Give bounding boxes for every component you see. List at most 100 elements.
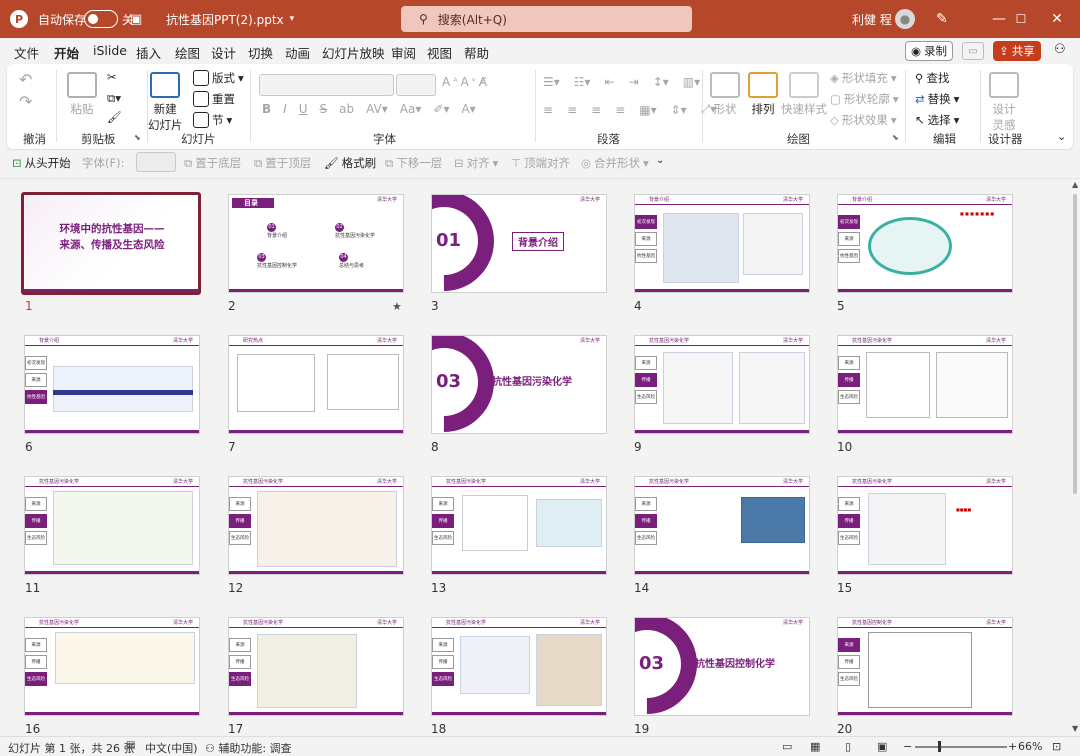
- section-button[interactable]: 节 ▾: [193, 112, 232, 128]
- replace-button[interactable]: ⇄ 替换 ▾: [915, 91, 959, 107]
- launcher-icon[interactable]: ⬊: [134, 133, 141, 142]
- align-top-button[interactable]: ⊤ 顶端对齐: [511, 155, 570, 171]
- format-painter-icon[interactable]: 🖌: [107, 110, 122, 124]
- slide-thumbnail-5[interactable]: 背景介绍 清华大学 初次发现 来源 抗性基因 ■ ■ ■ ■ ■ ■ ■: [837, 194, 1013, 293]
- collapse-ribbon-icon[interactable]: ⌄: [1057, 130, 1066, 143]
- slide-thumbnail-17[interactable]: 抗性基因污染化学 清华大学 来源 传播 生态风险: [228, 617, 404, 716]
- zoom-in-icon[interactable]: +: [1008, 740, 1017, 753]
- bring-back-button[interactable]: ⧉ 置于底层: [184, 155, 241, 171]
- quick-styles-button[interactable]: 快速样式: [781, 72, 827, 117]
- record-button[interactable]: ◉ 录制: [905, 41, 953, 61]
- search-box[interactable]: ⚲ 搜索(Alt+Q): [401, 6, 692, 32]
- fit-window-icon[interactable]: ⊡: [1052, 740, 1061, 753]
- slide-thumbnail-10[interactable]: 抗性基因污染化学 清华大学 来源 传播 生态风险: [837, 335, 1013, 434]
- slide-thumbnail-3[interactable]: 01 背景介绍 清华大学: [431, 194, 607, 293]
- font-name-select[interactable]: [259, 74, 394, 96]
- tab-file[interactable]: 文件: [14, 43, 39, 62]
- zoom-level[interactable]: 66%: [1018, 740, 1042, 753]
- merge-shapes-button[interactable]: ◎ 合并形状 ▾: [581, 155, 649, 171]
- scroll-down-icon[interactable]: ▼: [1072, 724, 1078, 733]
- spellcheck-icon[interactable]: ▤: [126, 740, 135, 751]
- tab-review[interactable]: 审阅: [391, 43, 416, 62]
- slide-thumbnail-6[interactable]: 背景介绍 清华大学 初次发现 来源 抗性基因: [24, 335, 200, 434]
- launcher-icon[interactable]: ⬊: [892, 133, 899, 142]
- zoom-slider-thumb[interactable]: [938, 741, 941, 752]
- tab-view[interactable]: 视图: [427, 43, 452, 62]
- zoom-out-icon[interactable]: −: [903, 740, 912, 753]
- vertical-scrollbar[interactable]: ▲ ▼: [1071, 180, 1079, 734]
- select-button[interactable]: ↖ 选择 ▾: [915, 112, 959, 128]
- slide-thumbnail-15[interactable]: 抗性基因污染化学 清华大学 来源 传播 生态风险 ■■■■: [837, 476, 1013, 575]
- shapes-button[interactable]: 形状: [710, 72, 740, 117]
- bring-front-button[interactable]: ⧉ 置于顶层: [254, 155, 311, 171]
- slide-thumbnail-4[interactable]: 背景介绍 清华大学 初次发现 来源 抗性基因: [634, 194, 810, 293]
- slide-thumbnail-20[interactable]: 抗性基因控制化学 清华大学 来源 传播 生态风险: [837, 617, 1013, 716]
- save-icon[interactable]: ▣: [130, 0, 142, 38]
- slide-thumbnail-7[interactable]: 研究热点 清华大学: [228, 335, 404, 434]
- tab-transitions[interactable]: 切换: [248, 43, 273, 62]
- redo-icon[interactable]: ↷: [19, 92, 32, 111]
- tab-islide[interactable]: iSlide: [93, 43, 127, 58]
- tab-draw[interactable]: 绘图: [175, 43, 200, 62]
- slide-thumbnail-19[interactable]: 03 抗性基因控制化学 清华大学: [634, 617, 810, 716]
- move-down-button[interactable]: ⧉ 下移一层: [385, 155, 442, 171]
- copy-icon[interactable]: ⧉▾: [107, 91, 121, 106]
- font-select[interactable]: [136, 152, 176, 172]
- slide-thumbnail-11[interactable]: 抗性基因污染化学 清华大学 来源 传播 生态风险: [24, 476, 200, 575]
- slide-thumbnail-1[interactable]: 环境中的抗性基因—— 来源、传播及生态风险: [21, 192, 201, 295]
- align-button[interactable]: ⊟ 对齐 ▾: [454, 155, 498, 171]
- slideshow-view-icon[interactable]: ▣: [877, 740, 887, 753]
- tab-animations[interactable]: 动画: [285, 43, 310, 62]
- font-format-buttons[interactable]: B I U Sab AV▾ Aa▾ ✐▾ A▾: [262, 102, 476, 116]
- align-buttons[interactable]: ≡ ≡ ≡ ≡ ▦▾ ⇕▾ ⤢▾: [543, 102, 716, 117]
- slide-thumbnail-2[interactable]: 目录 清华大学 01 背景介绍 02 抗性基因污染化学 03 抗性基因控制化学 04 总…: [228, 194, 404, 293]
- language-status[interactable]: 中文(中国): [145, 740, 198, 756]
- cut-icon[interactable]: ✂: [107, 70, 117, 84]
- share-button[interactable]: ⇪ 共享: [993, 41, 1041, 61]
- shape-effects-button[interactable]: ◇ 形状效果 ▾: [830, 112, 897, 128]
- layout-button[interactable]: 版式 ▾: [193, 70, 244, 86]
- comment-icon[interactable]: ▭: [962, 42, 984, 60]
- pen-icon[interactable]: ✎: [936, 0, 948, 38]
- new-slide-button[interactable]: 新建 幻灯片: [148, 72, 183, 133]
- tab-design[interactable]: 设计: [211, 43, 236, 62]
- slide-thumbnail-12[interactable]: 抗性基因污染化学 清华大学 来源 传播 生态风险: [228, 476, 404, 575]
- zoom-slider[interactable]: [915, 746, 1007, 748]
- scrollbar-thumb[interactable]: [1073, 194, 1077, 494]
- tab-insert[interactable]: 插入: [136, 43, 161, 62]
- font-size-select[interactable]: [396, 74, 436, 96]
- format-painter-button[interactable]: 🖌 格式刷: [324, 155, 376, 171]
- paste-button[interactable]: 粘贴: [67, 72, 97, 117]
- shape-outline-button[interactable]: ▢ 形状轮廓 ▾: [830, 91, 899, 107]
- slide-thumbnail-13[interactable]: 抗性基因污染化学 清华大学 来源 传播 生态风险: [431, 476, 607, 575]
- slide-thumbnail-9[interactable]: 抗性基因污染化学 清华大学 来源 传播 生态风险: [634, 335, 810, 434]
- slide-thumbnail-18[interactable]: 抗性基因污染化学 清华大学 来源 传播 生态风险: [431, 617, 607, 716]
- design-ideas-button[interactable]: 设计 灵感: [989, 72, 1019, 133]
- tab-help[interactable]: 帮助: [464, 43, 489, 62]
- font-size-buttons[interactable]: Aᴬ Aᵛ A̸: [442, 75, 487, 89]
- reading-view-icon[interactable]: ▯: [845, 740, 851, 753]
- tab-home[interactable]: 开始: [54, 43, 80, 67]
- tab-slideshow[interactable]: 幻灯片放映: [322, 43, 385, 62]
- person-icon[interactable]: ⚇: [1054, 42, 1066, 57]
- shape-fill-button[interactable]: ◈ 形状填充 ▾: [830, 70, 897, 86]
- slide-thumbnail-16[interactable]: 抗性基因污染化学 清华大学 来源 传播 生态风险: [24, 617, 200, 716]
- accessibility-status[interactable]: ⚇ 辅助功能: 调查: [205, 740, 292, 756]
- avatar[interactable]: ●: [895, 0, 915, 38]
- reset-button[interactable]: 重置: [193, 91, 235, 107]
- close-icon[interactable]: ✕: [1034, 0, 1080, 38]
- slide-thumbnail-14[interactable]: 抗性基因污染化学 清华大学 来源 传播 生态风险: [634, 476, 810, 575]
- user-name[interactable]: 利健 程: [852, 0, 892, 38]
- slide-thumbnail-8[interactable]: 03 抗性基因污染化学 清华大学: [431, 335, 607, 434]
- list-buttons[interactable]: ☰▾ ☷▾ ⇤ ⇥ ↕▾ ▥▾: [543, 75, 700, 89]
- normal-view-icon[interactable]: ▭: [782, 740, 792, 753]
- filename[interactable]: 抗性基因PPT(2).pptx ▾: [166, 0, 294, 38]
- autosave-toggle[interactable]: 关: [84, 0, 134, 38]
- arrange-button[interactable]: 排列: [748, 72, 778, 117]
- scroll-up-icon[interactable]: ▲: [1072, 180, 1078, 189]
- undo-icon[interactable]: ↶: [19, 70, 32, 89]
- slide-sorter-view-icon[interactable]: ▦: [810, 740, 820, 753]
- find-button[interactable]: ⚲ 查找: [915, 70, 949, 86]
- from-start-button[interactable]: ⊡ 从头开始: [12, 155, 71, 171]
- customize-toolbar-icon[interactable]: ⌄: [656, 155, 664, 166]
